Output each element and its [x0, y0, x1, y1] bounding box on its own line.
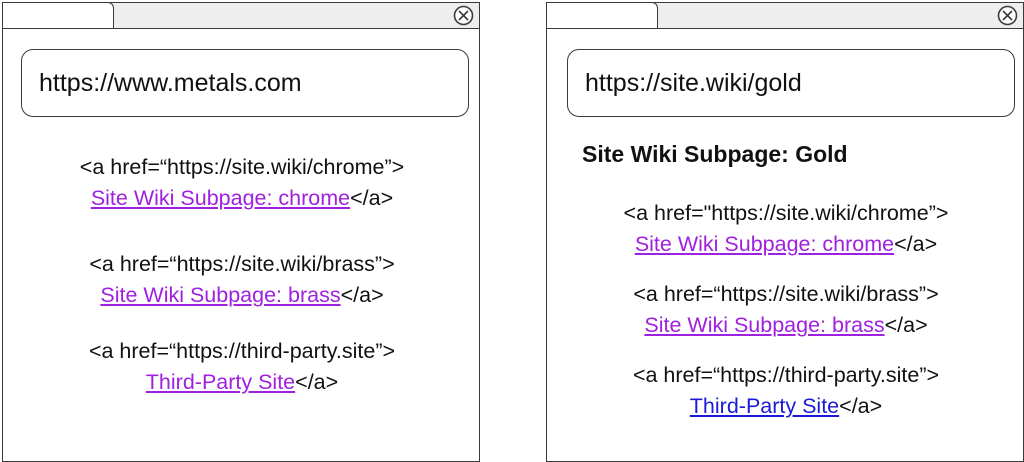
link-line: Site Wiki Subpage: brass</a> [3, 280, 481, 311]
anchor-open-tag: <a href=“https://site.wiki/brass”> [89, 252, 395, 276]
anchor-close-tag: </a> [894, 232, 938, 256]
link-line: Third-Party Site</a> [3, 367, 481, 398]
anchor-open-tag: <a href=“https://site.wiki/brass”> [633, 282, 939, 306]
anchor-close-tag: </a> [350, 186, 394, 210]
link-entry: <a href=“https://site.wiki/chrome”> Site… [3, 152, 481, 214]
link-entry: <a href=“https://third-party.site”> Thir… [3, 336, 481, 398]
link-entry: <a href=“https://site.wiki/brass”> Site … [3, 249, 481, 311]
link-brass[interactable]: Site Wiki Subpage: brass [644, 313, 884, 337]
anchor-open-tag: <a href=“https://third-party.site”> [632, 363, 940, 387]
close-button[interactable] [453, 5, 474, 26]
link-entry: <a href=“https://third-party.site”> Thir… [547, 360, 1024, 422]
browser-window-site-wiki: https://site.wiki/gold Site Wiki Subpage… [546, 2, 1024, 462]
link-line: Third-Party Site</a> [547, 391, 1024, 422]
close-icon [453, 5, 474, 26]
title-bar [2, 2, 479, 29]
browser-tab[interactable] [546, 2, 658, 29]
link-line: Site Wiki Subpage: brass</a> [547, 310, 1024, 341]
link-third-party[interactable]: Third-Party Site [690, 394, 839, 418]
browser-tab[interactable] [2, 2, 114, 29]
link-brass[interactable]: Site Wiki Subpage: brass [100, 283, 340, 307]
anchor-close-tag: </a> [839, 394, 883, 418]
link-entry: <a href="https://site.wiki/chrome”> Site… [547, 198, 1024, 260]
link-chrome[interactable]: Site Wiki Subpage: chrome [91, 186, 350, 210]
address-bar[interactable]: https://www.metals.com [21, 49, 469, 117]
address-bar-url: https://site.wiki/gold [585, 69, 802, 97]
link-line: Site Wiki Subpage: chrome</a> [3, 183, 481, 214]
close-icon [997, 5, 1018, 26]
link-entry: <a href=“https://site.wiki/brass”> Site … [547, 279, 1024, 341]
page-heading: Site Wiki Subpage: Gold [582, 141, 848, 167]
title-bar [546, 2, 1023, 29]
anchor-open-tag: <a href=“https://third-party.site”> [88, 339, 396, 363]
link-third-party[interactable]: Third-Party Site [146, 370, 295, 394]
anchor-open-tag: <a href=“https://site.wiki/chrome”> [79, 155, 405, 179]
address-bar[interactable]: https://site.wiki/gold [567, 49, 1015, 117]
address-bar-url: https://www.metals.com [39, 69, 302, 97]
anchor-open-tag: <a href="https://site.wiki/chrome”> [623, 201, 949, 225]
anchor-close-tag: </a> [884, 313, 928, 337]
anchor-close-tag: </a> [340, 283, 384, 307]
browser-window-metals: https://www.metals.com <a href=“https://… [2, 2, 480, 462]
anchor-close-tag: </a> [295, 370, 339, 394]
close-button[interactable] [997, 5, 1018, 26]
link-line: Site Wiki Subpage: chrome</a> [547, 229, 1024, 260]
link-chrome[interactable]: Site Wiki Subpage: chrome [635, 232, 894, 256]
